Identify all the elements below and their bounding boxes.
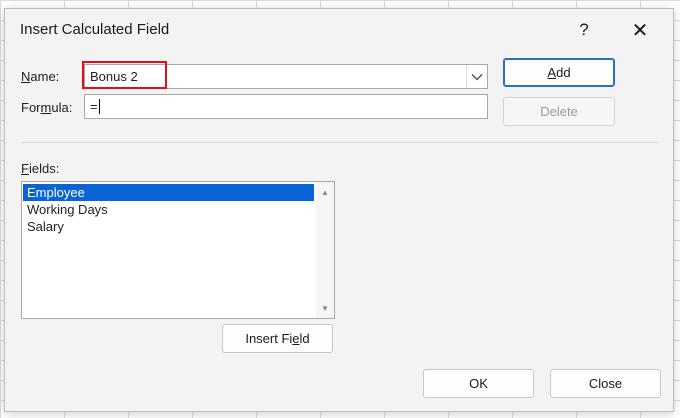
scroll-up-icon[interactable]: ▲ [316, 184, 334, 200]
divider [21, 142, 658, 143]
ok-button[interactable]: OK [423, 369, 534, 398]
fields-label: Fields: [21, 161, 60, 176]
name-input[interactable]: Bonus 2 [90, 69, 138, 84]
list-item-salary[interactable]: Salary [23, 218, 314, 235]
formula-value: = [90, 99, 98, 114]
fields-listbox[interactable]: Employee Working Days Salary ▲ ▼ [21, 181, 335, 319]
close-button[interactable]: Close [550, 369, 661, 398]
insert-calculated-field-dialog: Insert Calculated Field ? ✕ Name: Bonus … [4, 8, 674, 412]
close-icon[interactable]: ✕ [617, 13, 663, 47]
list-item-employee[interactable]: Employee [23, 184, 314, 201]
formula-input[interactable]: = [84, 94, 488, 119]
insert-field-button[interactable]: Insert Fi e ld [222, 324, 333, 353]
help-button[interactable]: ? [561, 13, 607, 47]
delete-button[interactable]: Delete [503, 97, 615, 126]
add-button[interactable]: Add [503, 58, 615, 87]
list-item-working-days[interactable]: Working Days [23, 201, 314, 218]
name-label: Name: [21, 69, 60, 84]
text-cursor [98, 99, 100, 114]
chevron-down-icon[interactable] [466, 65, 487, 88]
name-combobox[interactable]: Bonus 2 [84, 64, 488, 89]
scroll-down-icon[interactable]: ▼ [316, 300, 334, 316]
formula-label: Formula: [21, 100, 73, 115]
fields-scrollbar[interactable]: ▲ ▼ [316, 182, 334, 318]
dialog-title: Insert Calculated Field [20, 21, 170, 38]
